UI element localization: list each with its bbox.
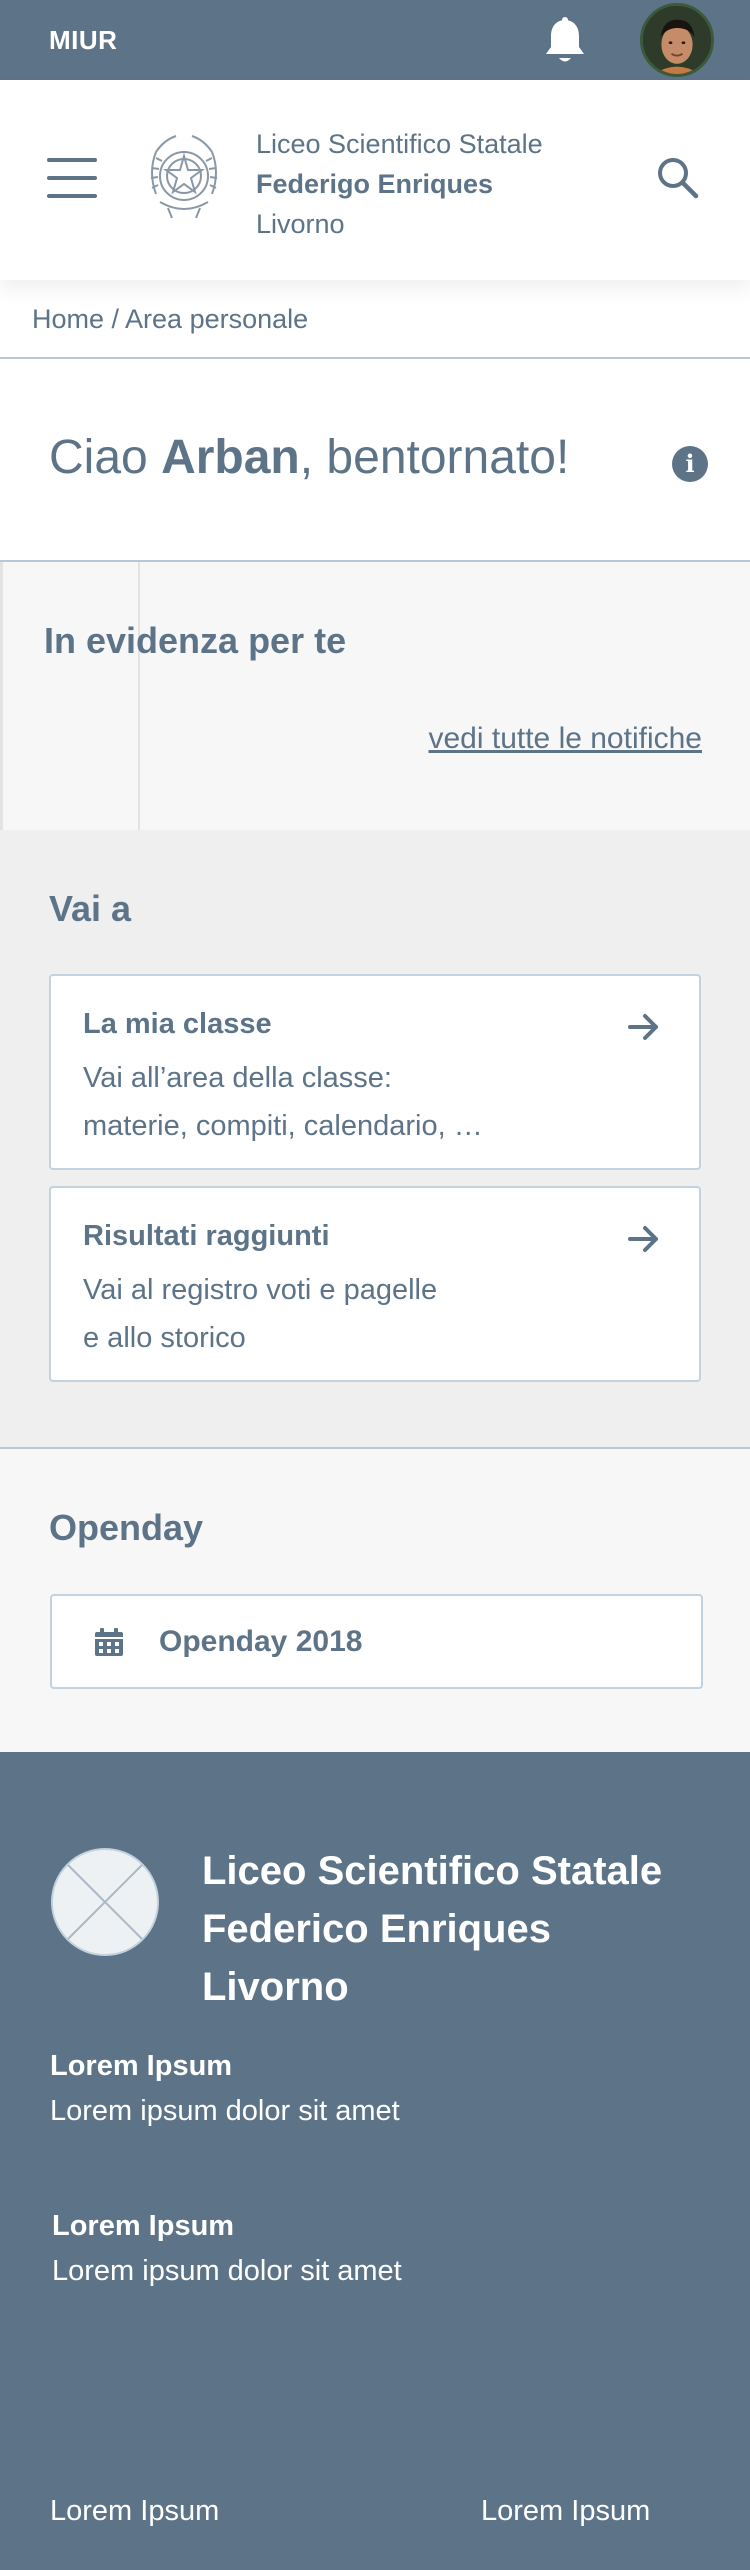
card-description: Vai all’area della classe: materie, comp… bbox=[83, 1054, 553, 1150]
highlights-title: In evidenza per te bbox=[44, 620, 347, 661]
openday-title: Openday bbox=[49, 1507, 204, 1548]
footer-section-text: Lorem ipsum dolor sit amet bbox=[50, 2095, 400, 2127]
site-footer: Liceo Scientifico Statale Federico Enriq… bbox=[0, 1752, 750, 2570]
card-title: Risultati raggiunti bbox=[83, 1220, 330, 1252]
footer-school-name-line1: Liceo Scientifico Statale bbox=[202, 1849, 663, 1893]
card-description-line: Vai all’area della classe: bbox=[83, 1062, 392, 1094]
school-name-line2: Federigo Enriques bbox=[256, 169, 494, 199]
footer-school-name-line2: Federico Enriques bbox=[202, 1907, 551, 1951]
brand-label[interactable]: MIUR bbox=[49, 25, 117, 56]
card-results[interactable]: Risultati raggiunti Vai al registro voti… bbox=[49, 1186, 701, 1382]
arrow-right-icon bbox=[627, 1012, 661, 1042]
highlights-section: In evidenza per te vedi tutte le notific… bbox=[0, 560, 750, 832]
user-avatar[interactable] bbox=[640, 3, 714, 77]
card-description-line: materie, compiti, calendario, … bbox=[83, 1110, 483, 1142]
school-name-line3: Livorno bbox=[256, 209, 345, 239]
card-description-line: e allo storico bbox=[83, 1322, 246, 1354]
goto-section: Vai a La mia classe Vai all’area della c… bbox=[0, 830, 750, 1447]
footer-link-right[interactable]: Lorem Ipsum bbox=[481, 2495, 650, 2528]
section-divider bbox=[138, 562, 140, 832]
breadcrumb[interactable]: Home / Area personale bbox=[32, 304, 308, 335]
hamburger-menu-icon[interactable] bbox=[47, 158, 97, 198]
footer-section-text: Lorem ipsum dolor sit amet bbox=[52, 2255, 402, 2287]
openday-section: Openday Openday 2018 bbox=[0, 1447, 750, 1752]
openday-item-label: Openday 2018 bbox=[159, 1625, 363, 1658]
greeting: Ciao Arban, bentornato! bbox=[49, 430, 569, 485]
arrow-right-icon bbox=[627, 1224, 661, 1254]
breadcrumb-divider bbox=[0, 357, 750, 359]
search-icon[interactable] bbox=[656, 156, 700, 200]
goto-title: Vai a bbox=[49, 888, 132, 929]
card-title: La mia classe bbox=[83, 1008, 272, 1040]
footer-school-name: Liceo Scientifico Statale Federico Enriq… bbox=[202, 1842, 662, 2016]
school-name-line1: Liceo Scientifico Statale bbox=[256, 129, 543, 159]
all-notifications-link[interactable]: vedi tutte le notifiche bbox=[428, 722, 702, 756]
info-icon[interactable]: i bbox=[672, 446, 708, 482]
card-description: Vai al registro voti e pagelle e allo st… bbox=[83, 1266, 553, 1362]
section-divider bbox=[0, 562, 3, 832]
card-my-class[interactable]: La mia classe Vai all’area della classe:… bbox=[49, 974, 701, 1170]
greeting-user-name: Arban bbox=[161, 431, 300, 484]
calendar-icon bbox=[93, 1626, 125, 1658]
greeting-prefix: Ciao bbox=[49, 431, 162, 484]
top-bar: MIUR bbox=[0, 0, 750, 80]
greeting-suffix: , bentornato! bbox=[299, 431, 570, 484]
footer-section-heading: Lorem Ipsum bbox=[50, 2050, 233, 2082]
italian-republic-emblem bbox=[142, 132, 226, 224]
placeholder-logo bbox=[50, 1847, 160, 1957]
footer-section: Lorem Ipsum Lorem ipsum dolor sit amet bbox=[50, 2050, 400, 2128]
openday-item[interactable]: Openday 2018 bbox=[50, 1594, 703, 1689]
bell-icon[interactable] bbox=[540, 14, 590, 68]
footer-section-heading: Lorem Ipsum bbox=[52, 2210, 235, 2242]
footer-school-name-line3: Livorno bbox=[202, 1965, 349, 2009]
footer-link-left[interactable]: Lorem Ipsum bbox=[50, 2495, 219, 2528]
school-name[interactable]: Liceo Scientifico Statale Federigo Enriq… bbox=[256, 124, 543, 244]
footer-section: Lorem Ipsum Lorem ipsum dolor sit amet bbox=[52, 2210, 402, 2288]
card-description-line: Vai al registro voti e pagelle bbox=[83, 1274, 438, 1306]
site-header: Liceo Scientifico Statale Federigo Enriq… bbox=[0, 80, 750, 280]
